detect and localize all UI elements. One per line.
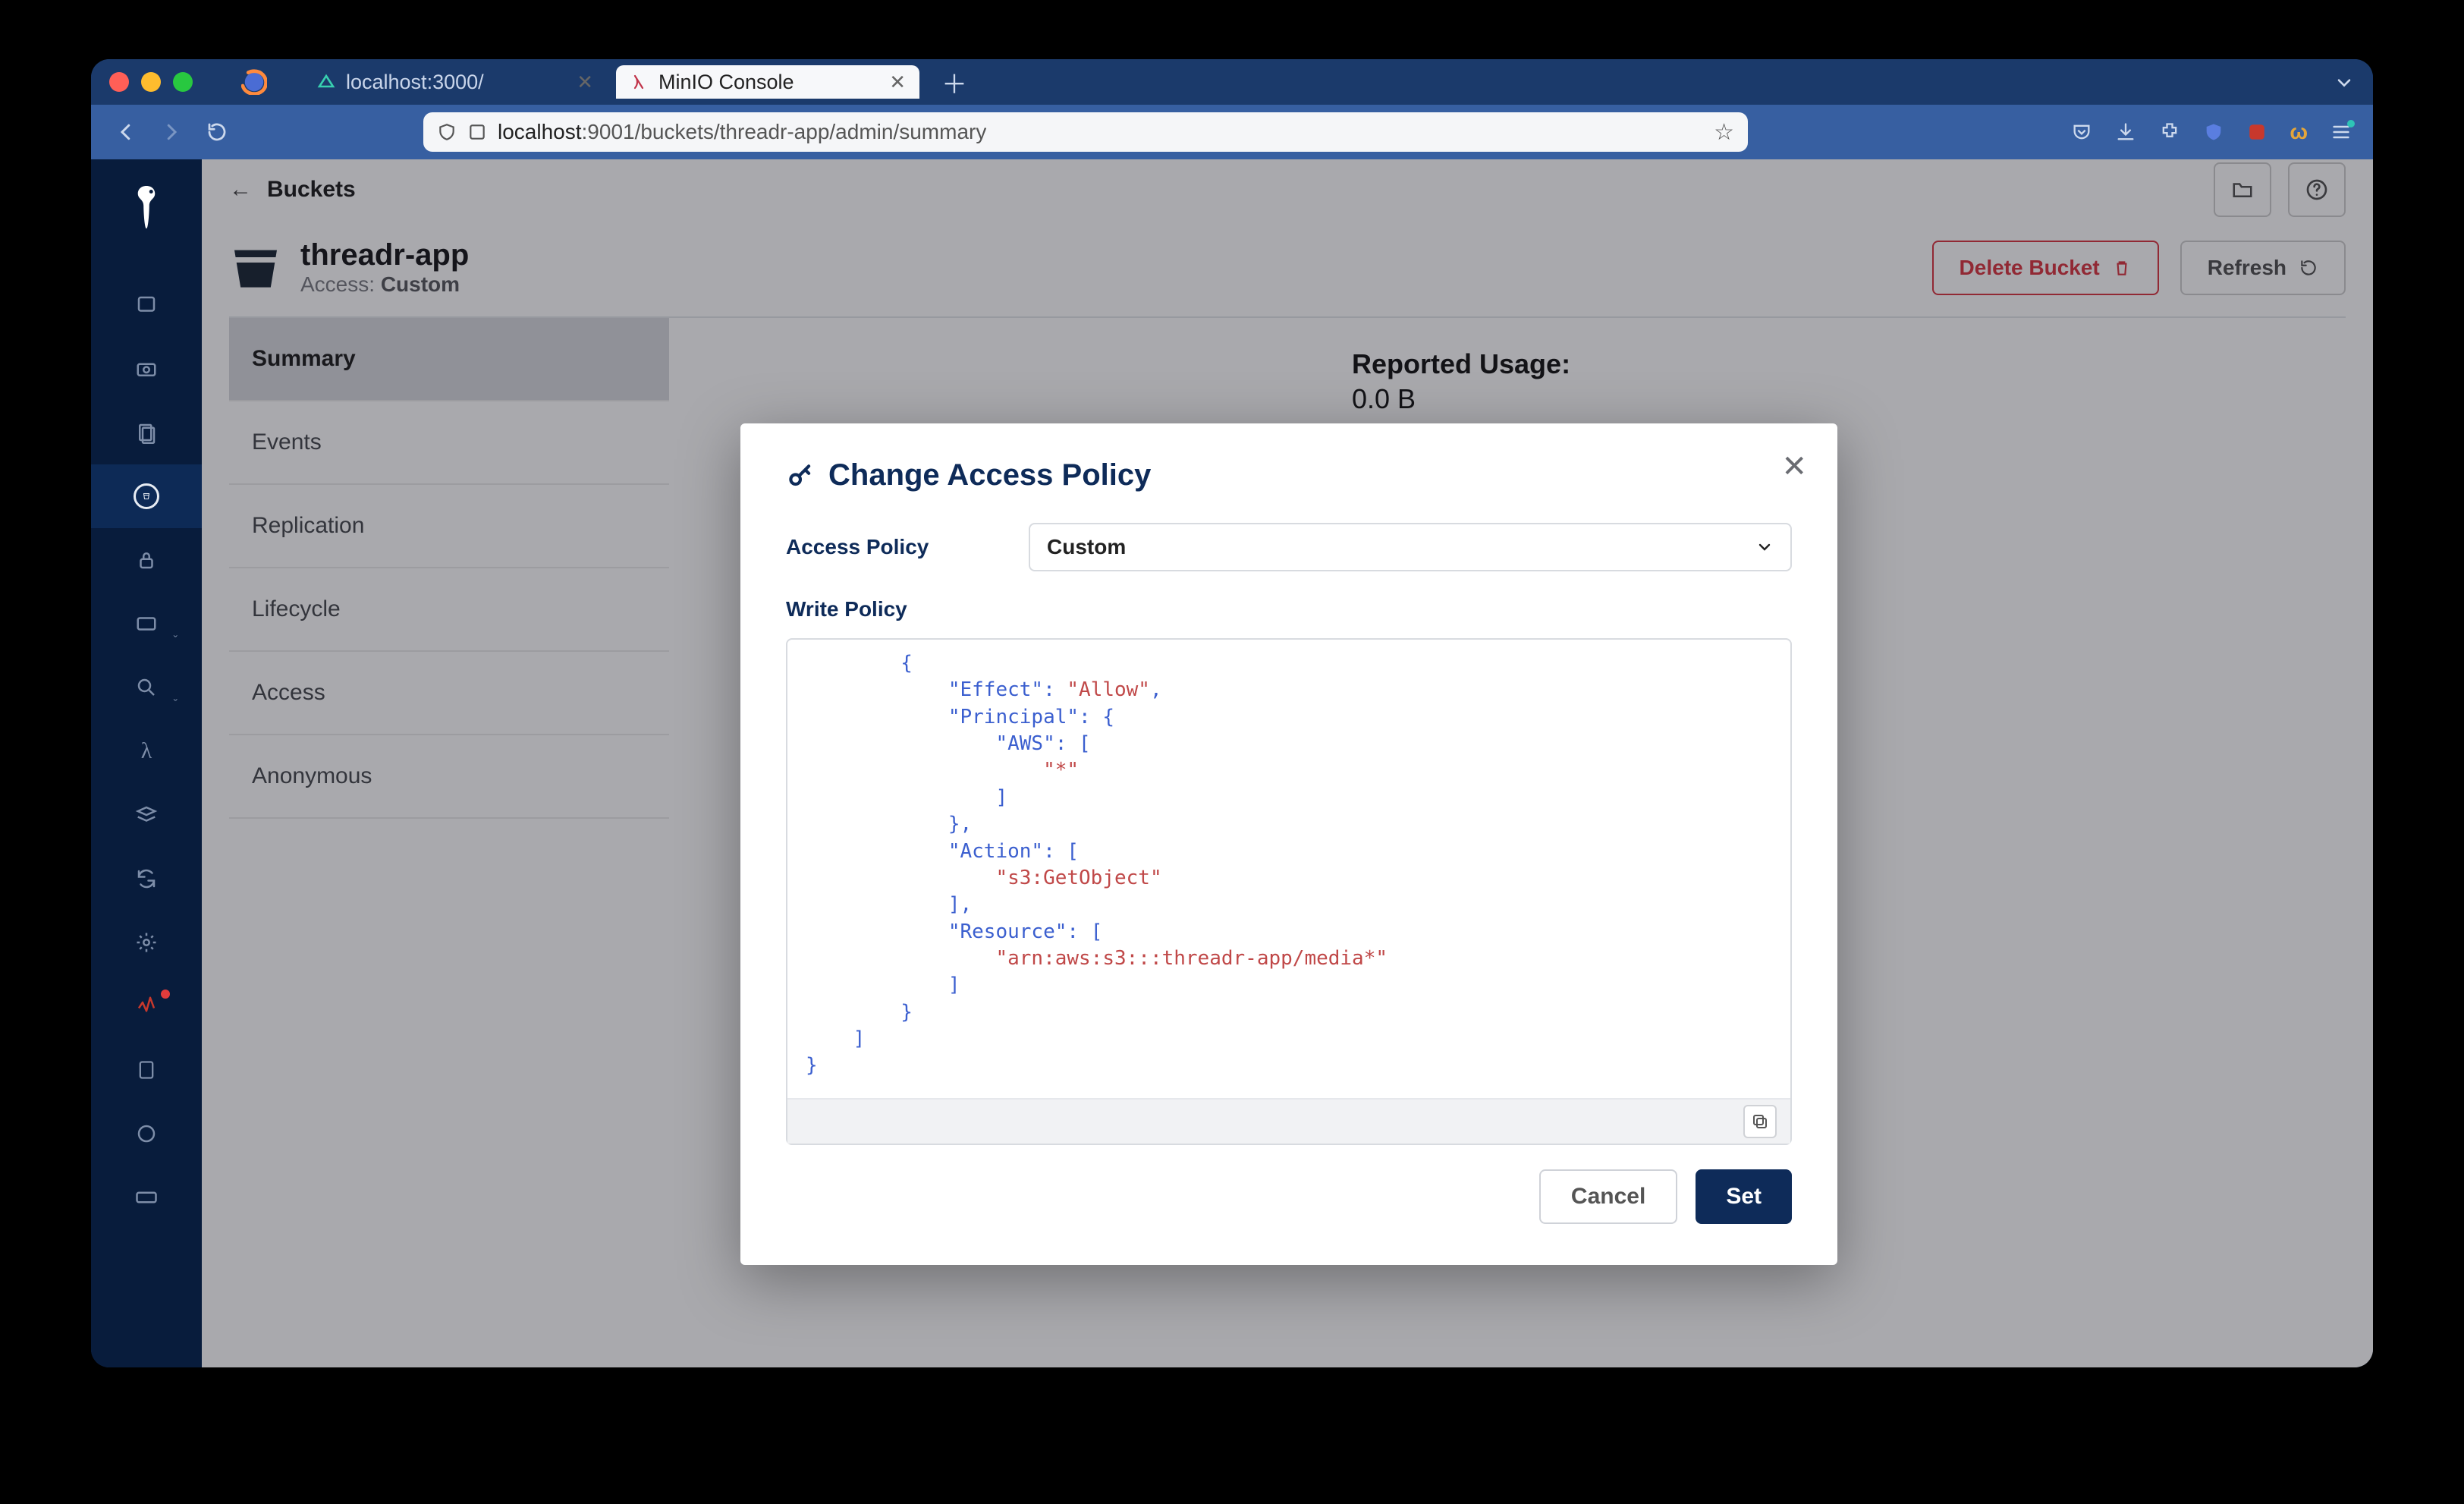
toolbar-right: ω [2071,120,2352,144]
notification-dot-icon [161,990,170,999]
modal-title: Change Access Policy [786,458,1792,492]
bucket-icon [134,483,159,509]
main-content: ← Buckets threadr-app [202,159,2373,1367]
window-maximize-button[interactable] [173,72,193,92]
policy-json-text[interactable]: { "Effect": "Allow", "Principal": { "AWS… [787,640,1790,1098]
tracking-shield-icon[interactable] [437,122,457,142]
monitoring-icon [134,292,159,318]
lambda-icon: λ [134,738,159,764]
modal-close-button[interactable]: ✕ [1781,449,1807,484]
gear-icon [134,930,159,955]
policy-editor[interactable]: { "Effect": "Allow", "Principal": { "AWS… [786,638,1792,1145]
tab-label: MinIO Console [658,71,794,94]
pocket-icon[interactable] [2071,121,2092,143]
titlebar: localhost:3000/ ✕ MinIO Console ✕ ＋ [91,59,2373,105]
toolbar: localhost:9001/buckets/threadr-app/admin… [91,105,2373,159]
access-policy-value: Custom [1047,535,1126,559]
lock-icon [134,547,159,573]
sidebar-item-search[interactable]: ˇ [91,656,202,719]
key-icon [786,461,815,490]
documents-icon [134,420,159,445]
tab-close-icon[interactable]: ✕ [577,71,593,94]
extension-ww-icon[interactable]: ω [2290,120,2308,144]
tab-favicon-icon [630,73,648,91]
sidebar-item-support[interactable] [91,1102,202,1166]
chevron-down-icon: ˇ [174,698,178,712]
sync-icon [134,866,159,892]
firefox-logo-icon [241,69,267,95]
nav-back-button[interactable] [112,118,140,146]
sidebar-item-buckets[interactable] [91,464,202,528]
globe-icon [134,1121,159,1147]
ublock-icon[interactable] [2247,122,2267,142]
window-controls [109,72,193,92]
chevron-down-icon [1755,538,1774,556]
sidebar-item-settings[interactable] [91,911,202,974]
sidebar-item-license[interactable] [91,1038,202,1102]
bookmark-star-icon[interactable]: ☆ [1714,119,1734,146]
write-policy-label: Write Policy [786,597,1792,621]
sidebar-item-monitoring[interactable] [91,273,202,337]
copy-policy-button[interactable] [1743,1105,1777,1138]
sidebar-item-documents[interactable] [91,401,202,464]
url-bar[interactable]: localhost:9001/buckets/threadr-app/admin… [423,112,1748,152]
downloads-icon[interactable] [2115,121,2136,143]
sidebar-item-replication[interactable] [91,847,202,911]
app-root: ˇ ˇ λ ← Buckets [91,159,2373,1367]
extensions-icon[interactable] [2159,121,2180,143]
window-close-button[interactable] [109,72,129,92]
diagnostics-icon [134,993,159,1019]
sidebar-item-notifications[interactable] [91,974,202,1038]
search-icon [134,675,159,700]
app-sidebar: ˇ ˇ λ [91,159,202,1367]
tab-favicon-icon [317,73,335,91]
sidebar-item-objects[interactable] [91,337,202,401]
firefox-shield-icon[interactable] [2203,121,2224,143]
browser-tab-active[interactable]: MinIO Console ✕ [616,65,919,99]
sidebar-item-storage[interactable] [91,1166,202,1229]
tab-close-icon[interactable]: ✕ [889,71,906,94]
window-minimize-button[interactable] [141,72,161,92]
sidebar-item-identity[interactable] [91,528,202,592]
document-icon [134,1057,159,1083]
camera-icon [134,356,159,382]
sidebar-item-access[interactable]: ˇ [91,592,202,656]
change-access-policy-modal: ✕ Change Access Policy Access Policy Cus… [740,423,1837,1265]
site-info-icon[interactable] [467,122,487,142]
new-tab-button[interactable]: ＋ [941,68,968,96]
nav-forward-button[interactable] [158,118,185,146]
access-policy-label: Access Policy [786,535,991,559]
id-card-icon [134,611,159,637]
browser-tab-inactive[interactable]: localhost:3000/ ✕ [303,65,607,99]
access-policy-select[interactable]: Custom [1029,523,1792,571]
drive-icon [134,1185,159,1210]
url-text: localhost:9001/buckets/threadr-app/admin… [498,120,986,144]
sidebar-item-lambda[interactable]: λ [91,719,202,783]
nav-reload-button[interactable] [203,118,231,146]
chevron-down-icon: ˇ [174,634,178,648]
sidebar-item-tiers[interactable] [91,783,202,847]
cancel-button[interactable]: Cancel [1539,1169,1677,1224]
tabs-overflow-button[interactable] [2334,71,2355,93]
minio-logo-icon [127,182,165,240]
app-menu-button[interactable] [2330,121,2352,143]
browser-window: localhost:3000/ ✕ MinIO Console ✕ ＋ [91,59,2373,1367]
layers-icon [134,802,159,828]
tab-label: localhost:3000/ [346,71,484,94]
set-button[interactable]: Set [1696,1169,1792,1224]
